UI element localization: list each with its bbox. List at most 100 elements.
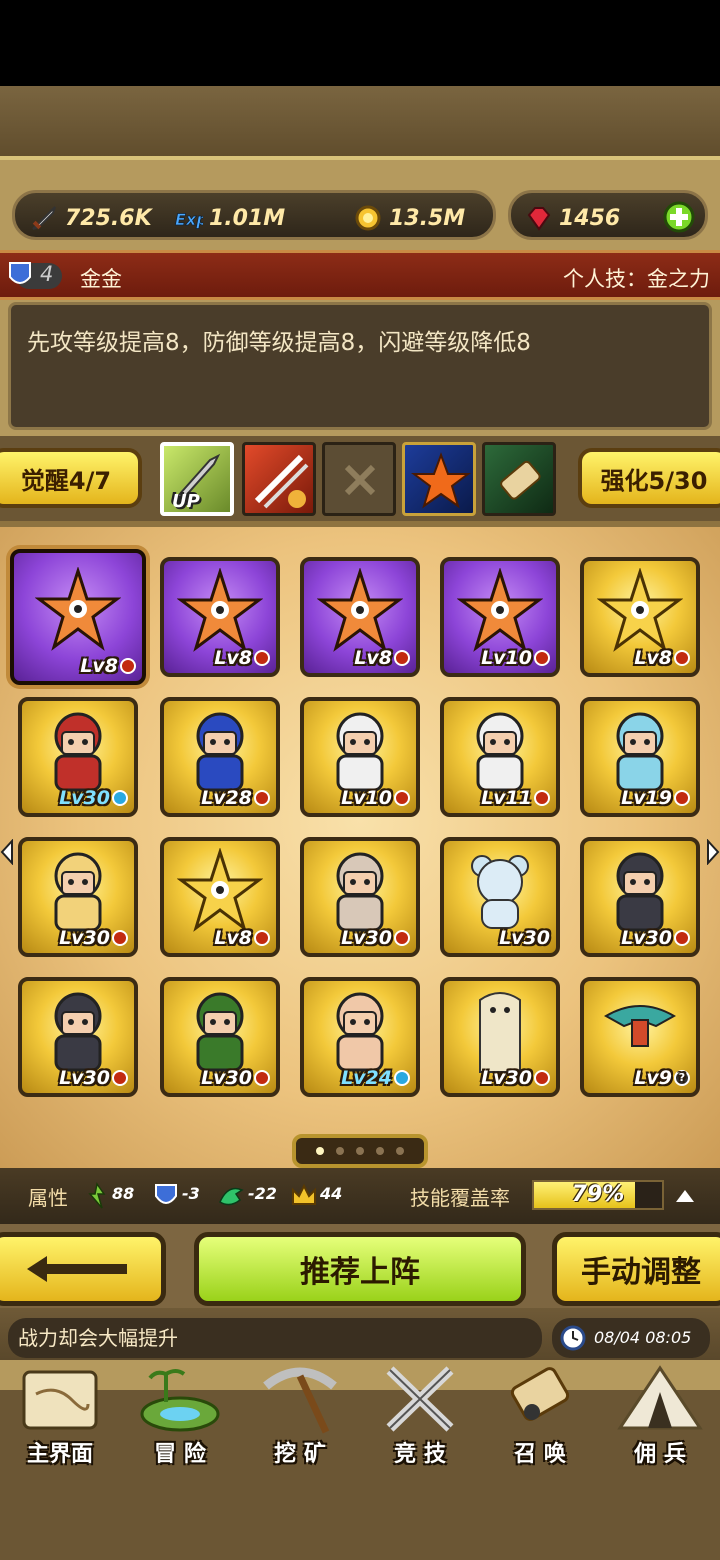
nav-arena[interactable]: 竞 技 — [362, 1358, 478, 1468]
sword-icon — [32, 206, 56, 230]
element-badge-icon — [674, 790, 690, 806]
page-dot — [356, 1147, 364, 1155]
skill-slot-5[interactable] — [482, 442, 556, 516]
nav-adventure-label: 冒 险 — [154, 1442, 206, 1467]
hero-level: Lv30 — [341, 927, 410, 949]
hero-portrait — [460, 706, 540, 800]
slash-icon — [254, 454, 309, 509]
hero-card[interactable]: Lv19 — [580, 697, 700, 817]
hero-level-text: Lv8 — [80, 655, 118, 677]
hero-portrait — [465, 986, 535, 1080]
back-button[interactable] — [0, 1232, 166, 1306]
coverage-bar: 79% — [532, 1180, 664, 1210]
hero-portrait — [176, 566, 264, 658]
hero-card[interactable]: Lv30 — [18, 837, 138, 957]
hero-level: Lv8 — [634, 647, 690, 669]
nav-arena-label: 竞 技 — [394, 1442, 446, 1467]
exp-resource: Exp 1.01M — [173, 203, 286, 233]
skill-slot-2[interactable] — [242, 442, 316, 516]
defense-value: -3 — [182, 1184, 200, 1203]
hero-level: Lv10 — [481, 647, 550, 669]
rank-badge — [9, 262, 62, 289]
nav-home[interactable]: 主界面 — [2, 1358, 118, 1468]
element-badge-icon — [534, 790, 550, 806]
page-dot — [316, 1147, 324, 1155]
hero-level: Lv30 — [59, 787, 128, 809]
element-badge-icon — [394, 1070, 410, 1086]
nav-adventure[interactable]: 冒 险 — [122, 1358, 238, 1468]
hero-card[interactable]: Lv10 — [300, 697, 420, 817]
gem-resource: 1456 — [523, 203, 620, 233]
skill-slot-1[interactable]: UP — [160, 442, 234, 516]
shield-icon — [155, 1184, 177, 1204]
game-screen: 725.6K Exp 1.01M 13.5M 1456 4 金金 个人技：金之力… — [0, 86, 720, 1560]
nav-mercenary[interactable]: 佣 兵 — [602, 1358, 718, 1468]
page-indicator[interactable] — [292, 1134, 428, 1168]
hero-card[interactable]: Lv30 — [440, 837, 560, 957]
hero-level: Lv8 — [214, 927, 270, 949]
element-badge-icon — [674, 930, 690, 946]
hero-level: Lv24 — [341, 1067, 410, 1089]
hero-level: Lv19 — [621, 787, 690, 809]
hero-level-text: Lv30 — [341, 927, 392, 949]
map-background — [0, 86, 720, 166]
hero-card[interactable]: Lv28 — [160, 697, 280, 817]
add-gem-icon[interactable] — [663, 201, 695, 233]
hero-level: Lv28 — [201, 787, 270, 809]
skill-slot-4[interactable] — [402, 442, 476, 516]
exp-value: 1.01M — [209, 205, 286, 231]
element-badge-icon — [112, 790, 128, 806]
map-scroll-icon — [22, 1370, 98, 1430]
hero-card[interactable]: Lv10 — [440, 557, 560, 677]
enhance-button[interactable]: 强化5/30 — [578, 448, 720, 508]
hero-card[interactable]: Lv8 — [160, 837, 280, 957]
hero-card[interactable]: Lv30 — [160, 977, 280, 1097]
rank-number: 4 — [40, 262, 54, 286]
hero-portrait — [38, 986, 118, 1080]
hero-card[interactable]: Lv30 — [18, 977, 138, 1097]
arrow-right-icon[interactable] — [706, 839, 720, 865]
hero-portrait — [600, 846, 680, 940]
hero-card[interactable]: Lv8 — [160, 557, 280, 677]
nav-summon[interactable]: 召 唤 — [482, 1358, 598, 1468]
agility-value: 88 — [112, 1184, 135, 1203]
element-badge-icon — [534, 1070, 550, 1086]
hero-card[interactable]: Lv8 — [300, 557, 420, 677]
skill-slot-empty[interactable] — [322, 442, 396, 516]
hero-card[interactable]: Lv30 — [440, 977, 560, 1097]
nav-mercenary-label: 佣 兵 — [634, 1442, 686, 1467]
page-dot — [396, 1147, 404, 1155]
hero-portrait — [320, 706, 400, 800]
manual-adjust-button[interactable]: 手动调整 — [552, 1232, 720, 1306]
hero-level: Lv30 — [59, 1067, 128, 1089]
expand-up-icon[interactable] — [674, 1186, 696, 1204]
hero-portrait — [320, 846, 400, 940]
hero-level-text: Lv8 — [214, 647, 252, 669]
hero-card[interactable]: Lv30 — [300, 837, 420, 957]
hero-card[interactable]: Lv30 — [18, 697, 138, 817]
hero-card[interactable]: Lv30 — [580, 837, 700, 957]
nav-summon-label: 召 唤 — [514, 1442, 566, 1467]
personal-skill-label[interactable]: 个人技：金之力 — [563, 263, 710, 293]
element-badge-icon — [394, 790, 410, 806]
hero-name-bar: 4 金金 个人技：金之力 — [0, 250, 720, 300]
nav-mine[interactable]: 挖 矿 — [242, 1358, 358, 1468]
hero-card-selected[interactable]: Lv8 — [10, 549, 146, 685]
recommend-button[interactable]: 推荐上阵 — [194, 1232, 526, 1306]
element-badge-icon — [254, 650, 270, 666]
awaken-button[interactable]: 觉醒4/7 — [0, 448, 142, 508]
hero-name: 金金 — [80, 267, 122, 291]
hero-card[interactable]: Lv24 — [300, 977, 420, 1097]
summon-scroll-icon — [510, 1367, 570, 1421]
action-row: 推荐上阵 手动调整 — [0, 1224, 720, 1314]
hero-level-text: Lv30 — [59, 787, 110, 809]
hero-card[interactable]: Lv8 — [580, 557, 700, 677]
hero-level-text: Lv9 — [634, 1067, 672, 1089]
hero-card[interactable]: Lv11 — [440, 697, 560, 817]
hero-portrait — [34, 565, 122, 657]
hero-portrait — [456, 566, 544, 658]
hero-level: Lv9? — [634, 1067, 690, 1089]
hero-level-text: Lv30 — [59, 927, 110, 949]
arrow-left-icon[interactable] — [0, 839, 14, 865]
hero-card[interactable]: Lv9? — [580, 977, 700, 1097]
